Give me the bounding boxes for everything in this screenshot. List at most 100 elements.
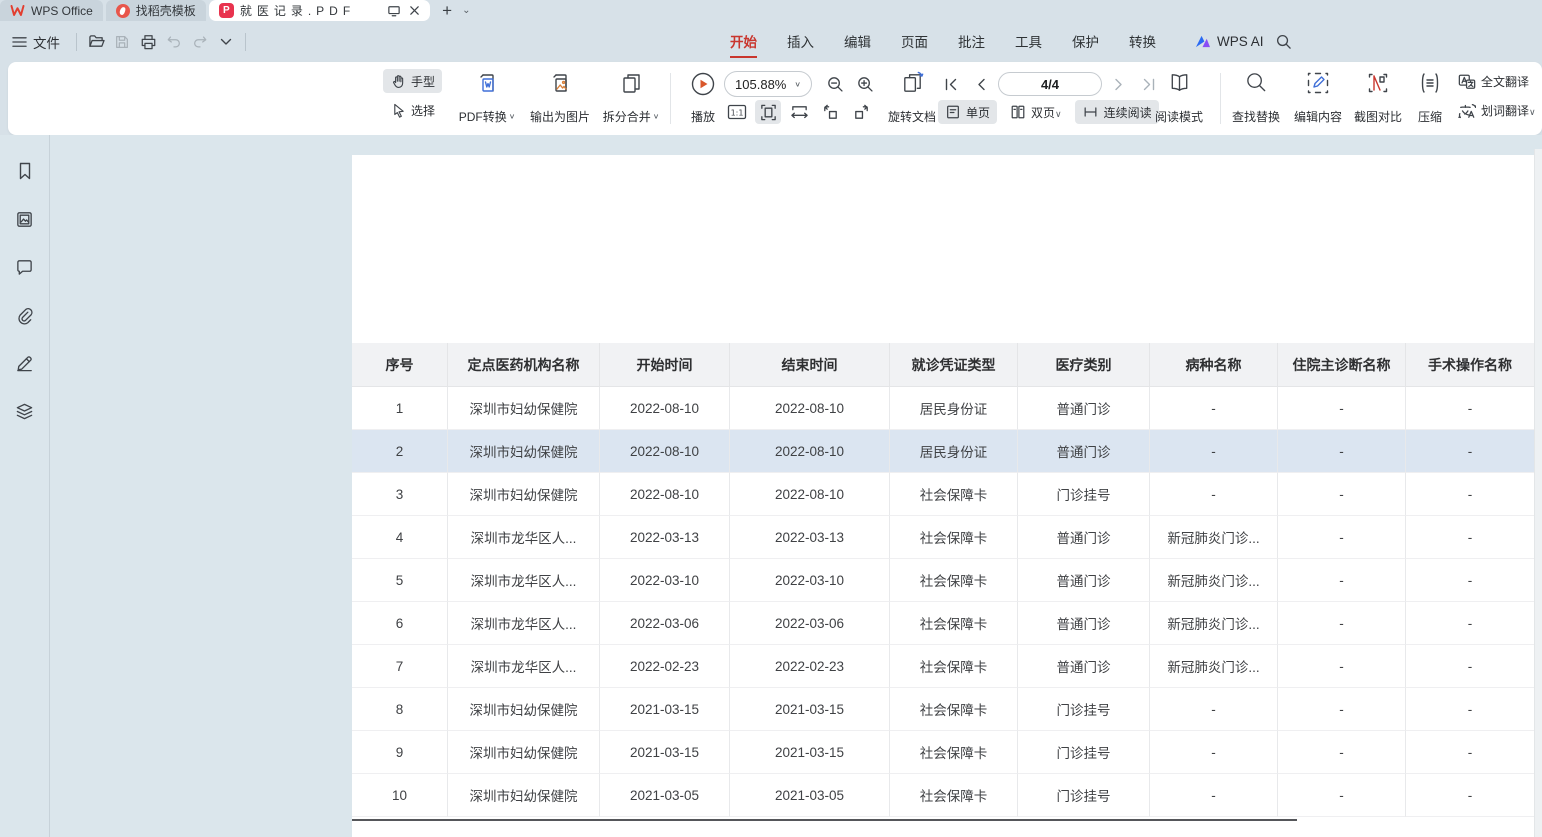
- file-menu-button[interactable]: 文件: [0, 32, 70, 52]
- hand-tool-button[interactable]: 手型: [383, 69, 442, 93]
- save-button[interactable]: [109, 29, 135, 55]
- bookmarks-panel-button[interactable]: [11, 157, 39, 185]
- menu-items: 开始插入编辑页面批注工具保护转换: [728, 21, 1158, 62]
- menu-item-page[interactable]: 页面: [899, 29, 930, 55]
- table-cell: -: [1406, 559, 1534, 602]
- export-image-button[interactable]: 输出为图片: [524, 68, 596, 128]
- menu-item-insert[interactable]: 插入: [785, 29, 816, 55]
- comments-panel-button[interactable]: [11, 253, 39, 281]
- menu-item-protect[interactable]: 保护: [1070, 29, 1101, 55]
- search-icon: [1275, 33, 1292, 50]
- wps-ai-icon: [1194, 34, 1211, 49]
- table-row[interactable]: 5深圳市龙华区人...2022-03-102022-03-10社会保障卡普通门诊…: [352, 559, 1534, 602]
- close-tab-icon[interactable]: [409, 5, 420, 16]
- single-page-button[interactable]: 单页: [938, 100, 997, 124]
- table-cell: 门诊挂号: [1018, 774, 1150, 817]
- edit-content-button[interactable]: 编辑内容: [1288, 68, 1348, 128]
- tab-bar: WPS Office 找稻壳模板 P 就医记录.PDF + ⌄: [0, 0, 1542, 21]
- next-page-button[interactable]: [1106, 72, 1132, 96]
- tab-docer[interactable]: 找稻壳模板: [106, 0, 206, 21]
- rotate-left-button[interactable]: [817, 100, 843, 124]
- table-row[interactable]: 7深圳市龙华区人...2022-02-232022-02-23社会保障卡普通门诊…: [352, 645, 1534, 688]
- redo-button[interactable]: [187, 29, 213, 55]
- table-cell: -: [1278, 688, 1406, 731]
- table-row[interactable]: 6深圳市龙华区人...2022-03-062022-03-06社会保障卡普通门诊…: [352, 602, 1534, 645]
- pdf-page[interactable]: 序号定点医药机构名称开始时间结束时间就诊凭证类型医疗类别病种名称住院主诊断名称手…: [352, 155, 1534, 837]
- new-tab-button[interactable]: +: [442, 2, 452, 19]
- zoom-level-select[interactable]: 105.88% ∨: [724, 71, 812, 97]
- find-replace-button[interactable]: 查找替换: [1226, 68, 1286, 128]
- quickbar-more-button[interactable]: [213, 29, 239, 55]
- zoom-out-button[interactable]: [822, 72, 848, 96]
- continuous-reading-button[interactable]: 连续阅读: [1075, 100, 1159, 124]
- table-row[interactable]: 8深圳市妇幼保健院2021-03-152021-03-15社会保障卡门诊挂号--…: [352, 688, 1534, 731]
- menu-item-edit[interactable]: 编辑: [842, 29, 873, 55]
- table-row[interactable]: 1深圳市妇幼保健院2022-08-102022-08-10居民身份证普通门诊--…: [352, 387, 1534, 430]
- zoom-in-button[interactable]: [852, 72, 878, 96]
- table-cell: -: [1278, 774, 1406, 817]
- word-translate-button[interactable]: 划词翻译∨: [1456, 100, 1538, 120]
- table-cell: 2022-08-10: [730, 387, 890, 430]
- menu-item-home[interactable]: 开始: [728, 29, 759, 55]
- screenshot-compare-button[interactable]: 截图对比: [1348, 68, 1408, 128]
- actual-size-button[interactable]: 1:1: [724, 100, 750, 124]
- menu-item-tools[interactable]: 工具: [1013, 29, 1044, 55]
- file-menu-label: 文件: [33, 32, 60, 52]
- compress-button[interactable]: 压缩: [1408, 68, 1452, 128]
- table-cell: 8: [352, 688, 448, 731]
- single-page-label: 单页: [966, 104, 990, 121]
- attachments-panel-button[interactable]: [11, 301, 39, 329]
- play-button[interactable]: 播放: [680, 68, 726, 128]
- fulltext-translate-icon: [1458, 73, 1476, 90]
- pdf-convert-button[interactable]: PDF转换∨: [450, 68, 524, 128]
- rotate-right-button[interactable]: [848, 100, 874, 124]
- first-page-button[interactable]: [938, 72, 964, 96]
- table-cell: -: [1150, 688, 1278, 731]
- fulltext-translate-button[interactable]: 全文翻译: [1456, 71, 1538, 91]
- ribbon-toolbar: 手型 选择 PDF转换∨ 输出为图片 拆分合并∨ 播放 10: [8, 62, 1542, 135]
- signature-pen-icon: [15, 354, 34, 373]
- tab-document[interactable]: P 就医记录.PDF: [209, 0, 430, 21]
- open-file-button[interactable]: [83, 29, 109, 55]
- fit-page-button[interactable]: [755, 100, 781, 124]
- table-header-cell: 手术操作名称: [1406, 343, 1534, 387]
- wps-ai-button[interactable]: WPS AI: [1194, 21, 1264, 62]
- double-page-button[interactable]: 双页∨: [1003, 100, 1069, 124]
- prev-page-button[interactable]: [968, 72, 994, 96]
- select-tool-button[interactable]: 选择: [383, 98, 442, 122]
- layers-icon: [15, 402, 34, 421]
- rotate-document-button[interactable]: 旋转文档: [882, 68, 942, 128]
- layers-panel-button[interactable]: [11, 397, 39, 425]
- table-header-cell: 病种名称: [1150, 343, 1278, 387]
- document-area: 序号定点医药机构名称开始时间结束时间就诊凭证类型医疗类别病种名称住院主诊断名称手…: [0, 135, 1542, 837]
- fit-width-button[interactable]: [786, 100, 812, 124]
- wps-ai-label: WPS AI: [1217, 34, 1264, 49]
- chevron-down-icon: ∨: [1055, 109, 1062, 119]
- table-row[interactable]: 9深圳市妇幼保健院2021-03-152021-03-15社会保障卡门诊挂号--…: [352, 731, 1534, 774]
- read-mode-button[interactable]: 阅读模式: [1148, 68, 1210, 128]
- menu-search-button[interactable]: [1270, 28, 1296, 54]
- table-row[interactable]: 10深圳市妇幼保健院2021-03-052021-03-05社会保障卡门诊挂号-…: [352, 774, 1534, 817]
- play-icon: [690, 71, 716, 97]
- table-header-row: 序号定点医药机构名称开始时间结束时间就诊凭证类型医疗类别病种名称住院主诊断名称手…: [352, 343, 1534, 387]
- paperclip-icon: [15, 306, 34, 325]
- split-merge-button[interactable]: 拆分合并∨: [596, 68, 666, 128]
- vertical-scrollbar[interactable]: [1534, 149, 1542, 837]
- table-row[interactable]: 4深圳市龙华区人...2022-03-132022-03-13社会保障卡普通门诊…: [352, 516, 1534, 559]
- signature-panel-button[interactable]: [11, 349, 39, 377]
- print-button[interactable]: [135, 29, 161, 55]
- navigation-rail: [0, 135, 50, 837]
- tab-list-chevron-icon[interactable]: ⌄: [462, 5, 470, 16]
- table-row[interactable]: 3深圳市妇幼保健院2022-08-102022-08-10社会保障卡门诊挂号--…: [352, 473, 1534, 516]
- table-cell: 10: [352, 774, 448, 817]
- menu-item-convert[interactable]: 转换: [1127, 29, 1158, 55]
- comment-icon: [15, 258, 34, 276]
- tab-wps-home[interactable]: WPS Office: [0, 0, 103, 21]
- table-row[interactable]: 2深圳市妇幼保健院2022-08-102022-08-10居民身份证普通门诊--…: [352, 430, 1534, 473]
- menu-item-annotate[interactable]: 批注: [956, 29, 987, 55]
- table-cell: 普通门诊: [1018, 516, 1150, 559]
- page-indicator-input[interactable]: 4/4: [998, 72, 1102, 96]
- thumbnails-panel-button[interactable]: [11, 205, 39, 233]
- undo-button[interactable]: [161, 29, 187, 55]
- window-mode-icon[interactable]: [387, 5, 401, 17]
